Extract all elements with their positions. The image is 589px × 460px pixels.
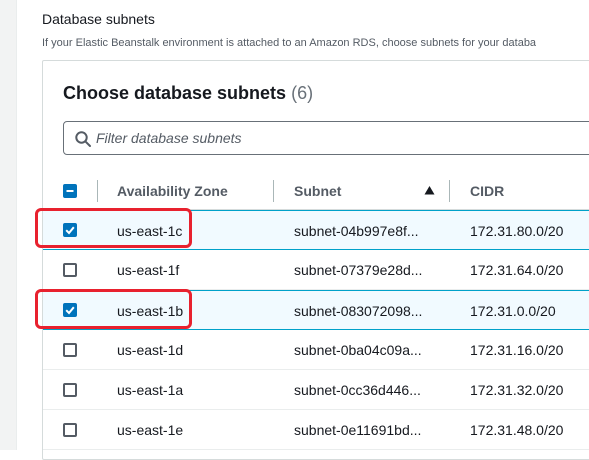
- filter-field[interactable]: [63, 121, 589, 155]
- cell-cidr: 172.31.48.0/20: [470, 422, 564, 438]
- cell-subnet: subnet-07379e28d...: [294, 262, 423, 278]
- cell-availability-zone: us-east-1a: [117, 382, 184, 398]
- section-description: If your Elastic Beanstalk environment is…: [42, 37, 537, 49]
- column-divider[interactable]: [449, 180, 450, 202]
- sort-ascending-icon[interactable]: [424, 185, 435, 196]
- cell-cidr: 172.31.80.0/20: [470, 223, 564, 239]
- cell-cidr: 172.31.16.0/20: [470, 342, 564, 358]
- panel-count: (6): [291, 83, 314, 103]
- column-header-cidr[interactable]: CIDR: [470, 172, 504, 210]
- table-row[interactable]: us-east-1f subnet-07379e28d... 172.31.64…: [43, 250, 589, 290]
- cell-cidr: 172.31.0.0/20: [470, 303, 556, 319]
- left-rail: [0, 0, 17, 450]
- table-row[interactable]: us-east-1b subnet-083072098... 172.31.0.…: [43, 290, 589, 330]
- column-header-subnet[interactable]: Subnet: [294, 172, 341, 210]
- cell-subnet: subnet-0cc36d446...: [294, 382, 421, 398]
- cell-availability-zone: us-east-1d: [117, 342, 184, 358]
- table-header: Availability Zone Subnet CIDR: [43, 172, 589, 210]
- cell-availability-zone: us-east-1e: [117, 422, 184, 438]
- cell-subnet: subnet-083072098...: [294, 303, 423, 319]
- row-checkbox[interactable]: [63, 263, 77, 277]
- minus-icon: [66, 190, 74, 192]
- table-row[interactable]: us-east-1a subnet-0cc36d446... 172.31.32…: [43, 370, 589, 410]
- row-checkbox[interactable]: [63, 303, 77, 317]
- column-divider[interactable]: [273, 180, 274, 202]
- row-checkbox[interactable]: [63, 383, 77, 397]
- row-checkbox[interactable]: [63, 343, 77, 357]
- subnets-panel: Choose database subnets (6) Availability…: [42, 60, 589, 460]
- table-row[interactable]: us-east-1e subnet-0e11691bd... 172.31.48…: [43, 410, 589, 450]
- cell-subnet: subnet-0ba04c09a...: [294, 342, 422, 358]
- cell-subnet: subnet-0e11691bd...: [294, 422, 422, 438]
- select-all-checkbox[interactable]: [63, 184, 77, 198]
- row-checkbox[interactable]: [63, 423, 77, 437]
- cell-availability-zone: us-east-1b: [117, 303, 184, 319]
- panel-title: Choose database subnets (6): [63, 83, 313, 104]
- cell-cidr: 172.31.64.0/20: [470, 262, 564, 278]
- cell-availability-zone: us-east-1c: [117, 223, 183, 239]
- filter-input[interactable]: [96, 122, 586, 154]
- column-divider[interactable]: [97, 180, 98, 202]
- table-row[interactable]: us-east-1c subnet-04b997e8f... 172.31.80…: [43, 210, 589, 250]
- table-row[interactable]: us-east-1d subnet-0ba04c09a... 172.31.16…: [43, 330, 589, 370]
- checkmark-icon: [65, 306, 75, 315]
- cell-availability-zone: us-east-1f: [117, 262, 180, 278]
- cell-cidr: 172.31.32.0/20: [470, 382, 564, 398]
- column-header-availability-zone[interactable]: Availability Zone: [117, 172, 228, 210]
- cell-subnet: subnet-04b997e8f...: [294, 223, 419, 239]
- panel-title-text: Choose database subnets: [63, 83, 287, 103]
- checkmark-icon: [65, 226, 75, 235]
- row-checkbox[interactable]: [63, 223, 77, 237]
- search-icon: [75, 131, 91, 147]
- section-title: Database subnets: [42, 11, 155, 27]
